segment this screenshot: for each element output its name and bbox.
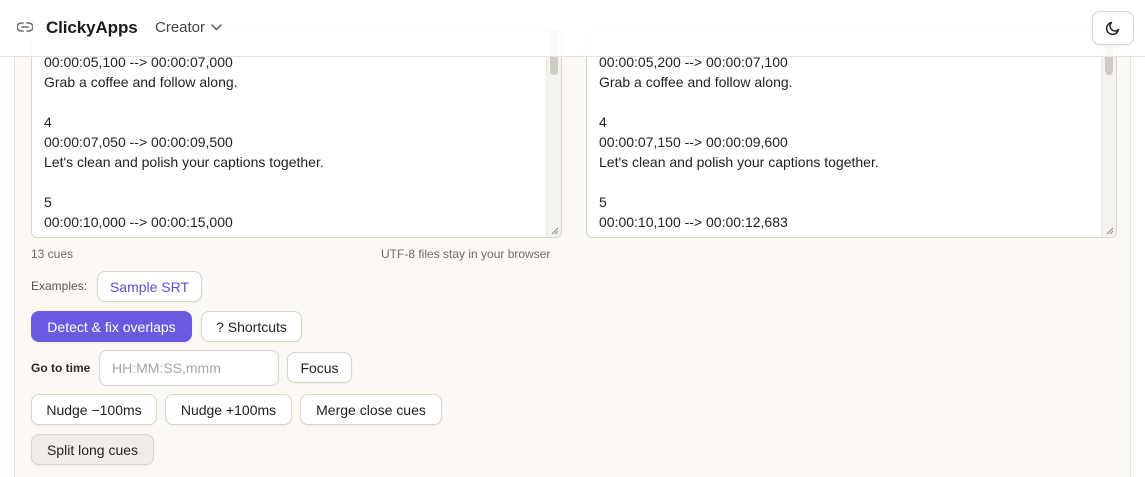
sample-srt-button[interactable]: Sample SRT (97, 271, 202, 302)
output-srt-textarea[interactable]: 00:00:05,200 --> 00:00:07,100 Grab a coff… (586, 30, 1117, 238)
srt-line (44, 92, 531, 112)
link-icon (17, 22, 33, 32)
srt-line: 5 (44, 194, 52, 210)
input-srt-textarea[interactable]: 00:00:05,100 --> 00:00:07,000 Grab a coff… (31, 30, 562, 238)
nudge-plus-button[interactable]: Nudge +100ms (165, 394, 292, 425)
srt-line: 00:00:10,000 --> 00:00:15,000 (44, 214, 233, 230)
cue-count: 13 cues (31, 247, 74, 261)
examples-label: Examples: (31, 279, 88, 293)
go-to-time-input[interactable] (99, 350, 279, 386)
output-scrollbar[interactable] (1101, 31, 1116, 237)
srt-line: Let's clean and polish your captions tog… (44, 154, 324, 170)
output-srt-content: 00:00:05,200 --> 00:00:07,100 Grab a coff… (599, 52, 1086, 237)
theme-toggle-button[interactable] (1092, 11, 1134, 45)
srt-line (599, 172, 1086, 192)
split-long-cues-button[interactable]: Split long cues (31, 434, 154, 465)
page: 00:00:05,100 --> 00:00:07,000 Grab a coff… (0, 0, 1145, 477)
moon-icon (1105, 21, 1120, 36)
resize-grip-icon[interactable] (1104, 225, 1114, 235)
top-header: ClickyApps Creator (0, 0, 1145, 57)
input-srt-content: 00:00:05,100 --> 00:00:07,000 Grab a coff… (44, 52, 531, 237)
creator-menu-label: Creator (155, 19, 206, 36)
srt-line: 4 (44, 114, 52, 130)
shortcuts-button[interactable]: ? Shortcuts (201, 311, 302, 342)
srt-line: This is a really long caption that defin… (44, 232, 531, 237)
creator-menu[interactable]: Creator (155, 19, 222, 36)
srt-line (599, 92, 1086, 112)
srt-line: Let's clean and polish your captions tog… (599, 154, 879, 170)
srt-line: 00:00:07,050 --> 00:00:09,500 (44, 134, 233, 150)
focus-button[interactable]: Focus (287, 352, 352, 383)
srt-line: 4 (599, 114, 607, 130)
chevron-down-icon (211, 24, 222, 31)
input-scrollbar[interactable] (546, 31, 561, 237)
srt-line: This is a really long caption that defin… (599, 232, 1086, 237)
detect-fix-overlaps-button[interactable]: Detect & fix overlaps (31, 311, 192, 342)
srt-line: Grab a coffee and follow along. (44, 74, 238, 90)
merge-close-cues-button[interactable]: Merge close cues (300, 394, 442, 425)
srt-line: 00:00:10,100 --> 00:00:12,683 (599, 214, 788, 230)
resize-grip-icon[interactable] (549, 225, 559, 235)
go-to-time-label: Go to time (31, 361, 91, 375)
srt-line: 00:00:07,150 --> 00:00:09,600 (599, 134, 788, 150)
srt-line: 5 (599, 194, 607, 210)
srt-line (44, 172, 531, 192)
srt-line: Grab a coffee and follow along. (599, 74, 793, 90)
nudge-minus-button[interactable]: Nudge −100ms (31, 394, 157, 425)
brand-name[interactable]: ClickyApps (46, 18, 138, 38)
privacy-note: UTF-8 files stay in your browser (381, 247, 551, 261)
